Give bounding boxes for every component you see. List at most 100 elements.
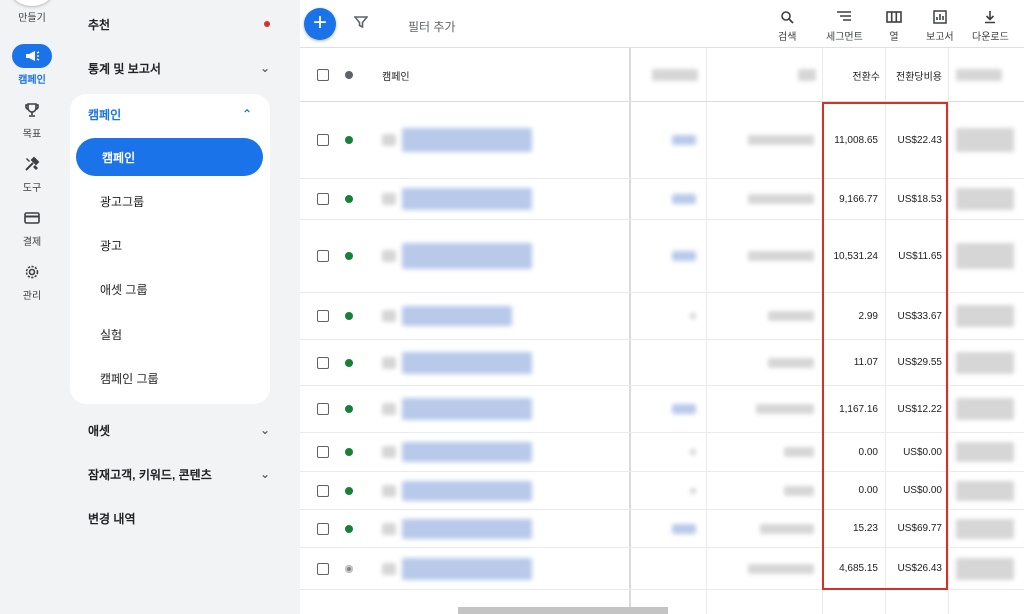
status-dot <box>345 71 353 79</box>
row-checkbox[interactable] <box>317 562 329 575</box>
horizontal-scrollbar[interactable] <box>458 607 668 614</box>
status-dot <box>345 252 353 260</box>
redacted-campaign-name[interactable] <box>402 480 532 501</box>
segment-button[interactable]: 세그먼트 <box>826 10 863 43</box>
campaign-subnav: 캠페인 ⌃ 캠페인 광고그룹 광고 애셋 그룹 실험 캠페인 그룹 <box>70 94 270 404</box>
conversions-cell: 11,008.65 <box>834 134 878 146</box>
conversions-header[interactable]: 전환수 <box>828 48 880 102</box>
row-checkbox[interactable] <box>317 134 329 146</box>
redacted-value <box>690 313 696 319</box>
redacted-icon <box>382 134 396 146</box>
redacted-icon <box>382 310 396 322</box>
row-checkbox[interactable] <box>317 356 329 369</box>
status-dot <box>345 195 353 203</box>
redacted-value <box>768 357 814 368</box>
subnav-item-asset-groups[interactable]: 애셋 그룹 <box>100 279 148 299</box>
conversions-cell: 9,166.77 <box>839 193 878 205</box>
table-row[interactable]: 10,531.24 US$11.65 <box>300 220 1024 293</box>
nav-item-stats[interactable]: 통계 및 보고서 ⌄ <box>88 56 270 80</box>
nav-label-stats: 통계 및 보고서 <box>88 61 161 76</box>
redacted-campaign-name[interactable] <box>402 518 532 539</box>
download-button[interactable]: 다운로드 <box>972 10 1009 43</box>
redacted-campaign-name[interactable] <box>402 398 532 420</box>
cost-per-conversion-cell: US$22.43 <box>897 134 942 146</box>
search-button[interactable]: 검색 <box>778 10 796 43</box>
cost-per-conversion-cell: US$11.65 <box>898 250 942 262</box>
subnav-item-campaigns[interactable]: 캠페인 <box>76 138 263 176</box>
search-label: 검색 <box>778 32 797 43</box>
redacted-value <box>956 188 1014 210</box>
redacted-campaign-name[interactable] <box>402 188 532 210</box>
subnav-item-experiments[interactable]: 실험 <box>100 324 122 344</box>
redacted-value <box>956 128 1014 152</box>
campaign-header[interactable]: 캠페인 <box>382 48 410 102</box>
add-campaign-button[interactable]: + <box>304 8 336 40</box>
table-row[interactable]: 1,167.16 US$12.22 <box>300 386 1024 433</box>
cost-per-conversion-cell: US$18.53 <box>897 193 942 205</box>
chevron-down-icon: ⌄ <box>259 423 270 437</box>
table-row[interactable]: 11,008.65 US$22.43 <box>300 102 1024 179</box>
row-checkbox[interactable] <box>317 446 329 458</box>
subnav-label: 캠페인 <box>102 150 136 165</box>
rail-item-campaigns[interactable]: 캠페인 <box>0 44 64 86</box>
table-row[interactable]: 4,685.15 US$26.43 <box>300 548 1024 590</box>
columns-icon <box>886 10 902 28</box>
redacted-value <box>690 487 696 494</box>
redacted-campaign-name[interactable] <box>402 557 532 580</box>
columns-button[interactable]: 열 <box>886 10 902 43</box>
conversions-cell: 15.23 <box>852 523 878 534</box>
redacted-text <box>652 69 698 81</box>
nav-item-audience[interactable]: 잠재고객, 키워드, 콘텐츠 ⌄ <box>88 462 270 486</box>
table-row[interactable]: 15.23 US$69.77 <box>300 510 1024 548</box>
checkbox[interactable] <box>317 69 329 81</box>
add-filter-button[interactable]: 필터 추가 <box>408 18 456 35</box>
row-checkbox[interactable] <box>317 193 329 205</box>
filter-icon[interactable] <box>353 15 369 32</box>
chevron-down-icon: ⌄ <box>259 61 270 75</box>
segment-label: 세그먼트 <box>826 32 863 43</box>
campaign-section-header[interactable]: 캠페인 ⌃ <box>88 104 252 124</box>
redacted-value <box>756 404 814 414</box>
nav-item-assets[interactable]: 애셋 ⌄ <box>88 418 270 442</box>
redacted-text <box>798 69 816 81</box>
table-row[interactable]: 0.00 US$0.00 <box>300 472 1024 510</box>
row-checkbox[interactable] <box>317 403 329 415</box>
main-content: + 필터 추가 검색 세그먼트 열 보고서 다운로드 캠페인 전환수 전환당비용… <box>300 0 1024 614</box>
nav-label-assets: 애셋 <box>88 423 111 438</box>
table-row[interactable]: 0.00 US$0.00 <box>300 433 1024 472</box>
redacted-campaign-name[interactable] <box>402 306 512 326</box>
conversions-cell: 4,685.15 <box>839 563 878 574</box>
subnav-item-campaign-groups[interactable]: 캠페인 그룹 <box>100 368 159 388</box>
table-row[interactable]: 2.99 US$33.67 <box>300 293 1024 340</box>
nav-item-recommendations[interactable]: 추천 <box>88 12 270 36</box>
rail-item-billing[interactable]: 결제 <box>0 206 64 248</box>
report-button[interactable]: 보고서 <box>926 10 954 43</box>
redacted-campaign-name[interactable] <box>402 243 532 269</box>
tools-icon <box>12 152 52 176</box>
rail-item-admin[interactable]: 관리 <box>0 260 64 302</box>
conversions-cell: 0.00 <box>858 485 878 496</box>
rail-item-create[interactable]: 만들기 <box>0 6 64 24</box>
redacted-campaign-name[interactable] <box>402 442 532 462</box>
rail-item-tools[interactable]: 도구 <box>0 152 64 194</box>
table-row[interactable]: 11.07 US$29.55 <box>300 340 1024 386</box>
redacted-campaign-name[interactable] <box>402 128 532 152</box>
redacted-value <box>768 311 814 321</box>
redacted-campaign-name[interactable] <box>402 351 532 374</box>
rail-item-goals[interactable]: 목표 <box>0 98 64 140</box>
select-all-checkbox[interactable] <box>317 48 329 102</box>
redacted-value <box>760 523 814 534</box>
row-checkbox[interactable] <box>317 522 329 535</box>
row-checkbox[interactable] <box>317 484 329 497</box>
table-row[interactable]: 9,166.77 US$18.53 <box>300 179 1024 220</box>
cost-per-conversion-cell: US$12.22 <box>897 403 942 415</box>
cost-per-conversion-header[interactable]: 전환당비용 <box>890 48 942 102</box>
row-checkbox[interactable] <box>317 310 329 322</box>
row-checkbox[interactable] <box>317 250 329 262</box>
redacted-value <box>784 485 814 496</box>
subnav-item-adgroups[interactable]: 광고그룹 <box>100 191 144 211</box>
nav-item-change-history[interactable]: 변경 내역 <box>88 506 270 530</box>
subnav-label: 실험 <box>100 327 123 342</box>
subnav-item-ads[interactable]: 광고 <box>100 235 122 255</box>
columns-label: 열 <box>889 32 899 43</box>
